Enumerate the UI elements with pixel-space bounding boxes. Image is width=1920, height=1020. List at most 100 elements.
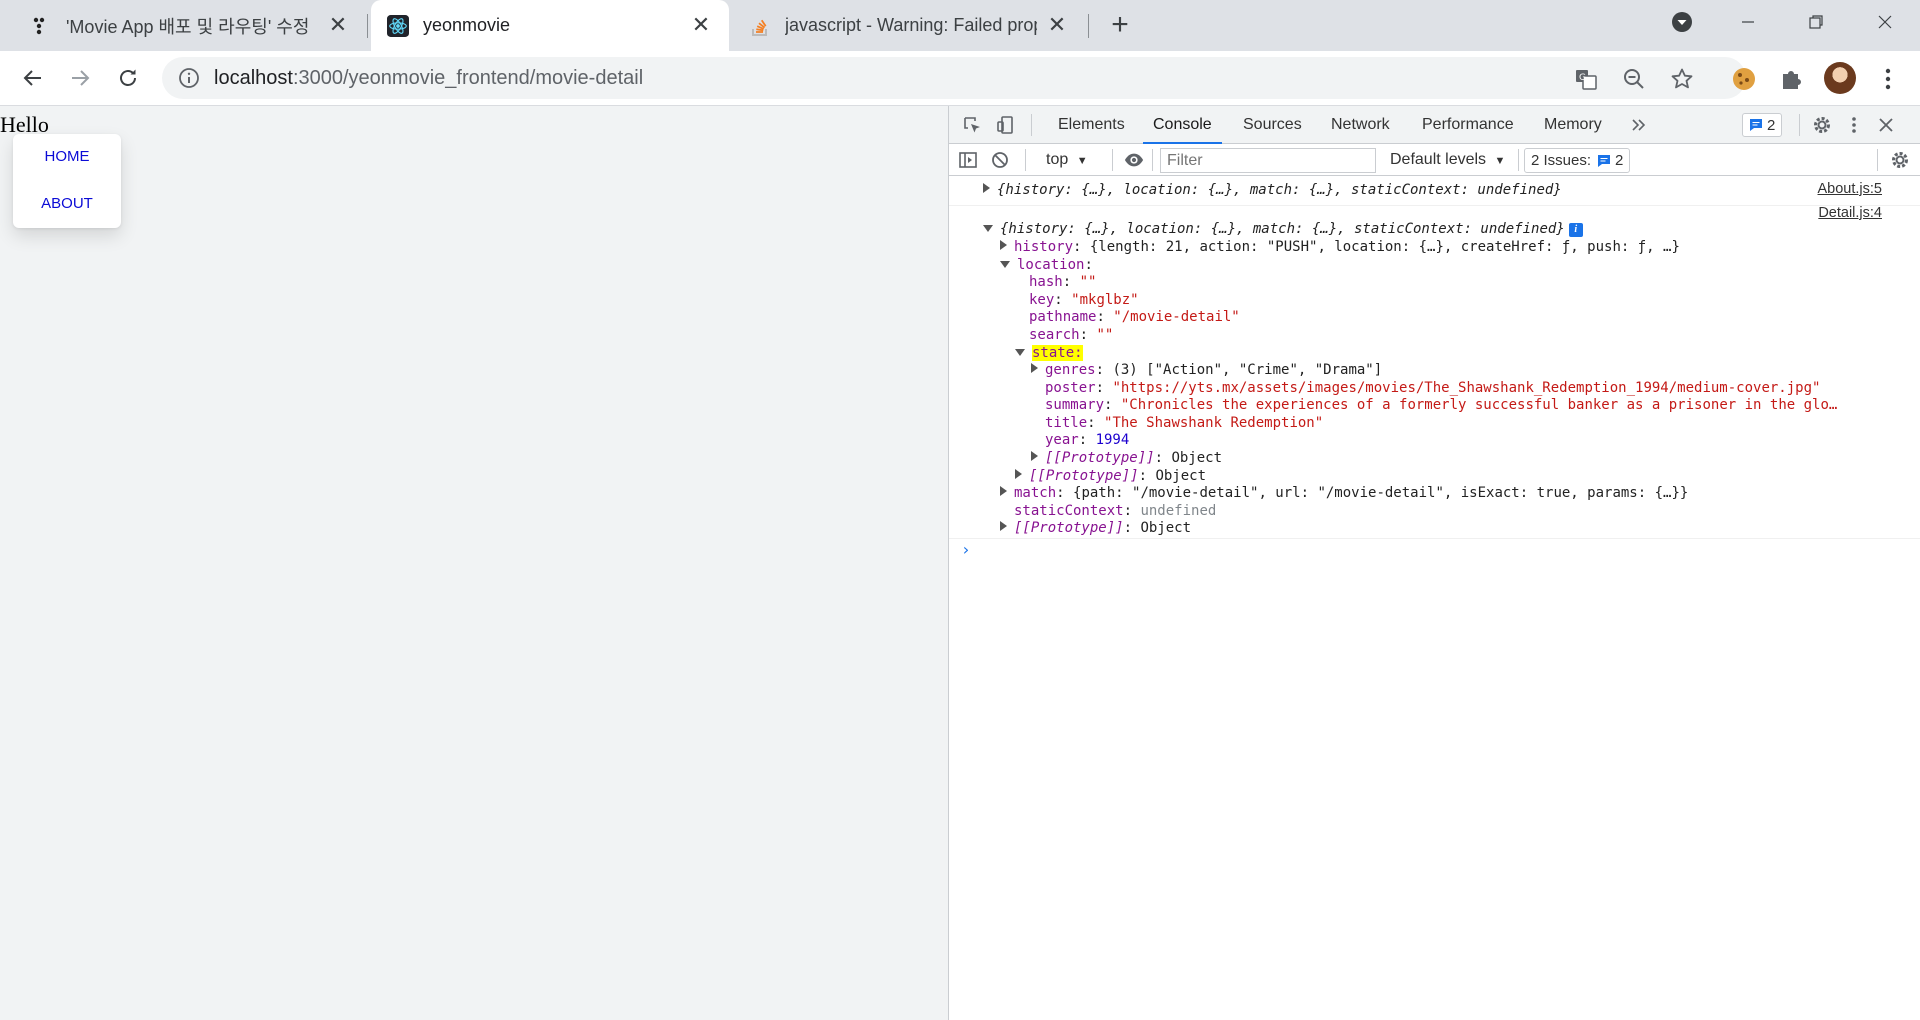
velog-icon [30,15,52,37]
home-link[interactable]: HOME [13,148,121,165]
about-link[interactable]: ABOUT [13,195,121,212]
info-icon[interactable]: i [1568,223,1583,237]
tab-sources[interactable]: Sources [1233,106,1312,144]
chevron-down-icon [1672,12,1692,32]
prop-match[interactable]: match: {path: "/movie-detail", url: "/mo… [1000,483,1688,503]
close-devtools-icon[interactable] [1876,115,1896,135]
device-toolbar-icon[interactable] [996,115,1016,135]
clear-console-icon[interactable] [990,150,1010,170]
forward-button[interactable] [63,61,97,95]
message-icon [1597,154,1611,168]
tab-yeonmovie[interactable]: yeonmovie ✕ [371,0,729,51]
devtools-tabbar: Elements Console Sources Network Perform… [949,106,1920,144]
caret-down-icon: ▼ [1076,155,1088,167]
source-link[interactable]: Detail.js:4 [1818,205,1882,221]
tab-stackoverflow[interactable]: javascript - Warning: Failed prop ✕ [733,0,1085,51]
context-selector[interactable]: top ▼ [1046,144,1088,176]
issues-button[interactable]: 2 Issues: 2 [1524,148,1631,173]
more-vert-icon[interactable] [1844,115,1864,135]
console-filter-input[interactable] [1160,148,1376,173]
console-settings-icon[interactable] [1890,150,1910,170]
more-vert-icon[interactable] [1874,65,1902,93]
inspect-element-icon[interactable] [962,115,982,135]
new-tab-button[interactable]: + [1104,10,1136,42]
minimize-button[interactable] [1718,0,1778,44]
tab-elements[interactable]: Elements [1048,106,1135,144]
prototype-value: Object [1171,450,1223,466]
prop-prototype[interactable]: [[Prototype]]: Object [1000,518,1191,538]
tab-network[interactable]: Network [1321,106,1400,144]
tab-performance[interactable]: Performance [1412,106,1524,144]
prop-summary: summary: "Chronicles the experiences of … [1045,397,1838,413]
divider [949,538,1920,539]
divider [1799,114,1800,136]
console-prompt[interactable]: › [961,540,971,559]
close-tab-icon[interactable]: ✕ [326,13,350,38]
prop-state-prototype[interactable]: [[Prototype]]: Object [1031,448,1222,468]
console-object-collapsed[interactable]: {history: {…}, location: {…}, match: {…}… [983,180,1562,200]
translate-icon[interactable]: G [1574,67,1598,91]
levels-label: Default levels [1390,151,1487,168]
divider [1112,149,1113,171]
match-value: {path: "/movie-detail", url: "/movie-det… [1073,485,1689,501]
zoom-out-icon[interactable] [1622,67,1646,91]
stackoverflow-icon [749,15,771,37]
prop-hash: hash: "" [1029,274,1097,290]
prototype-value: Object [1155,468,1207,484]
console-output: {history: {…}, location: {…}, match: {…}… [949,177,1920,1020]
console-object-expanded[interactable]: {history: {…}, location: {…}, match: {…}… [983,219,1583,239]
arrow-left-icon [23,70,41,86]
sidebar-toggle-icon[interactable] [958,150,978,170]
prop-history[interactable]: history: {length: 21, action: "PUSH", lo… [1000,237,1680,257]
year-value: 1994 [1095,432,1130,448]
search-value: "" [1096,327,1114,343]
divider [1518,149,1519,171]
key-value: "mkglbz" [1071,292,1139,308]
more-tabs-icon[interactable] [1629,115,1649,135]
reload-icon [120,69,136,86]
settings-gear-icon[interactable] [1812,115,1832,135]
url-text[interactable]: localhost:3000/yeonmovie_frontend/movie-… [214,57,643,99]
static-context-value: undefined [1140,503,1217,519]
tab-search-button[interactable] [1652,0,1712,44]
tab-velog[interactable]: 'Movie App 배포 및 라우팅' 수정 ✕ [14,0,366,51]
address-bar[interactable]: localhost:3000/yeonmovie_frontend/movie-… [162,57,1746,99]
object-summary: {history: {…}, location: {…}, match: {…}… [997,182,1562,198]
issues-count: 2 [1615,152,1624,169]
messages-count: 2 [1767,116,1776,134]
prop-year: year: 1994 [1045,432,1130,448]
eye-icon[interactable] [1124,150,1144,170]
nav-card: HOME ABOUT [13,134,121,228]
log-levels-dropdown[interactable]: Default levels ▼ [1390,144,1505,176]
url-host: localhost [214,67,293,89]
avatar[interactable] [1824,62,1856,94]
console-toolbar: top ▼ Default levels ▼ 2 Issues: 2 [949,144,1920,176]
puzzle-extensions-icon[interactable] [1777,65,1805,93]
reload-button[interactable] [111,61,145,95]
close-tab-icon[interactable]: ✕ [689,13,713,38]
prop-genres[interactable]: genres: (3) ["Action", "Crime", "Drama"] [1031,360,1382,380]
messages-badge[interactable]: 2 [1742,113,1783,137]
react-icon [387,14,409,37]
close-tab-icon[interactable]: ✕ [1045,13,1069,38]
divider [1031,114,1032,136]
info-icon[interactable] [178,67,200,89]
hash-value: "" [1079,274,1097,290]
tab-console[interactable]: Console [1143,106,1222,144]
message-icon [1749,118,1763,132]
pathname-value: "/movie-detail" [1113,309,1240,325]
arrow-right-icon [72,70,90,86]
source-link[interactable]: About.js:5 [1818,181,1883,197]
bookmark-star-icon[interactable] [1670,67,1694,91]
back-button[interactable] [16,61,50,95]
restore-button[interactable] [1786,0,1846,44]
divider [1877,149,1878,171]
close-window-button[interactable] [1855,0,1915,44]
tab-strip: 'Movie App 배포 및 라우팅' 수정 ✕ yeonmovie ✕ ja… [0,0,1920,51]
page-viewport: Hello HOME ABOUT [0,106,948,1020]
history-value: {length: 21, action: "PUSH", location: {… [1089,239,1680,255]
prototype-value: Object [1140,520,1192,536]
tab-divider [367,14,368,38]
tab-memory[interactable]: Memory [1534,106,1612,144]
cookie-extension-icon[interactable] [1730,65,1758,93]
